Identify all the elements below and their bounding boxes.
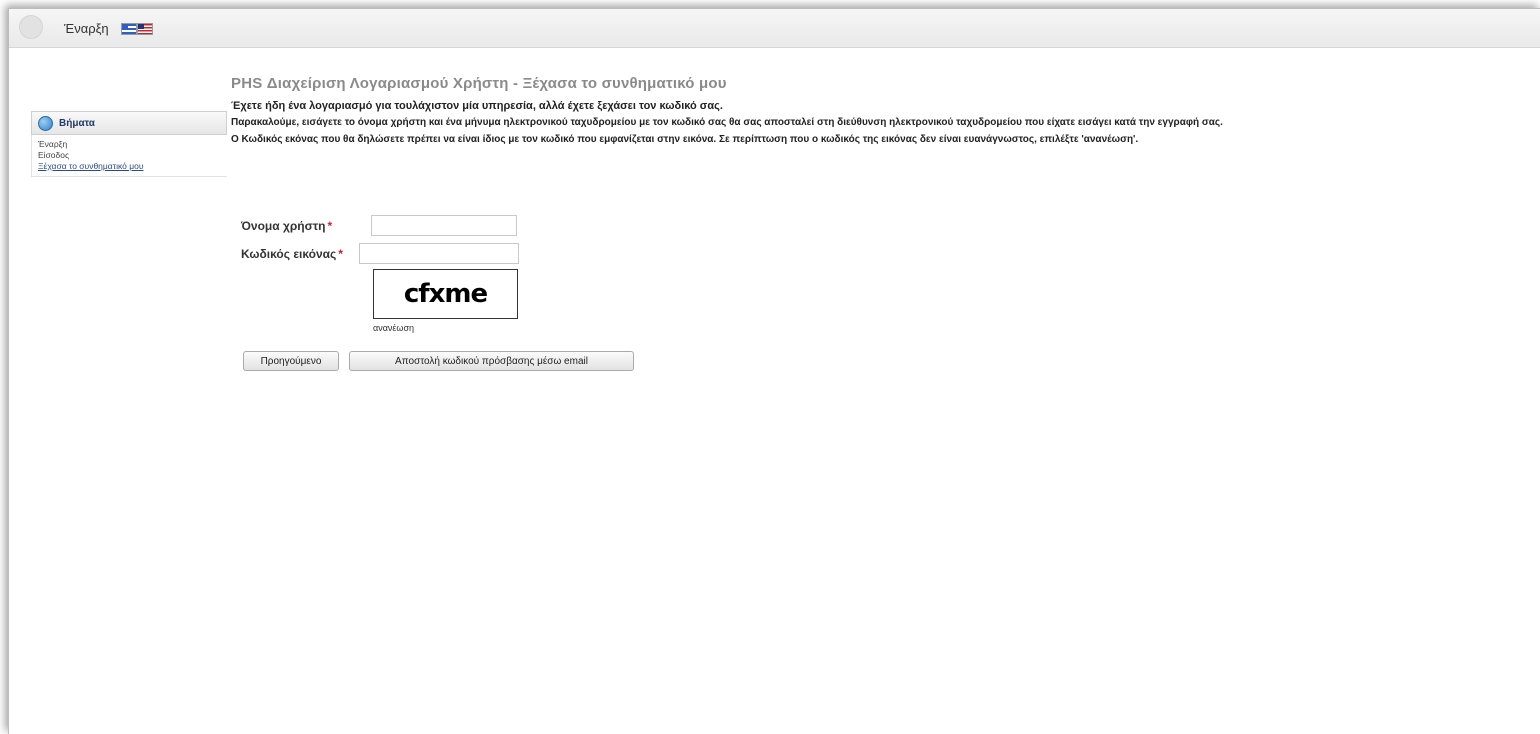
required-mark: * [327, 218, 333, 233]
captcha-input[interactable] [359, 243, 519, 264]
home-icon[interactable] [19, 15, 43, 39]
greek-flag-icon[interactable] [121, 23, 137, 35]
sidebar-step-list: Έναρξη Είσοδος Ξέχασα το συνθηματικό μου [31, 135, 227, 177]
home-link[interactable]: Έναρξη [64, 21, 109, 36]
sidebar-item-forgot-password[interactable]: Ξέχασα το συνθηματικό μου [38, 161, 227, 172]
us-flag-icon[interactable] [137, 23, 153, 35]
captcha-instructions-text: Ο Κωδικός εκόνας που θα δηλώσετε πρέπει … [231, 133, 1139, 145]
captcha-label: Κωδικός εικόνας * [241, 247, 359, 261]
main-content: PHS Διαχείριση Λογαριασμού Χρήστη - Ξέχα… [231, 75, 1331, 371]
intro-text: Έχετε ήδη ένα λογαριασμό για τουλάχιστον… [231, 100, 723, 112]
username-label-text: Όνομα χρήστη [241, 218, 326, 233]
required-mark: * [338, 246, 343, 261]
send-password-email-button[interactable]: Αποστολή κωδικού πρόσβασης μέσω email [349, 351, 634, 371]
captcha-refresh-link[interactable]: ανανέωση [373, 323, 414, 333]
steps-icon [38, 115, 53, 131]
username-row: Όνομα χρήστη * [241, 215, 517, 236]
username-label: Όνομα χρήστη * [241, 219, 371, 233]
sidebar-title: Βήματα [59, 117, 95, 129]
sidebar-header: Βήματα [31, 111, 227, 135]
sidebar-item-login[interactable]: Είσοδος [38, 150, 227, 161]
steps-sidebar: Βήματα Έναρξη Είσοδος Ξέχασα το συνθηματ… [31, 111, 227, 177]
page-title: PHS Διαχείριση Λογαριασμού Χρήστη - Ξέχα… [231, 75, 727, 92]
instructions-text: Παρακαλούμε, εισάγετε το όνομα χρήστη κα… [231, 117, 1223, 128]
previous-button[interactable]: Προηγούμενο [243, 351, 339, 371]
top-bar: Έναρξη [9, 9, 1540, 48]
username-input[interactable] [371, 215, 517, 236]
captcha-image: cfxme [373, 269, 518, 319]
sidebar-item-start[interactable]: Έναρξη [38, 139, 227, 150]
browser-frame: Έναρξη Βήματα Έναρξη Είσοδος Ξέχασα το σ… [8, 8, 1540, 734]
captcha-label-text: Κωδικός εικόνας [241, 246, 337, 261]
captcha-row: Κωδικός εικόνας * [241, 243, 519, 264]
